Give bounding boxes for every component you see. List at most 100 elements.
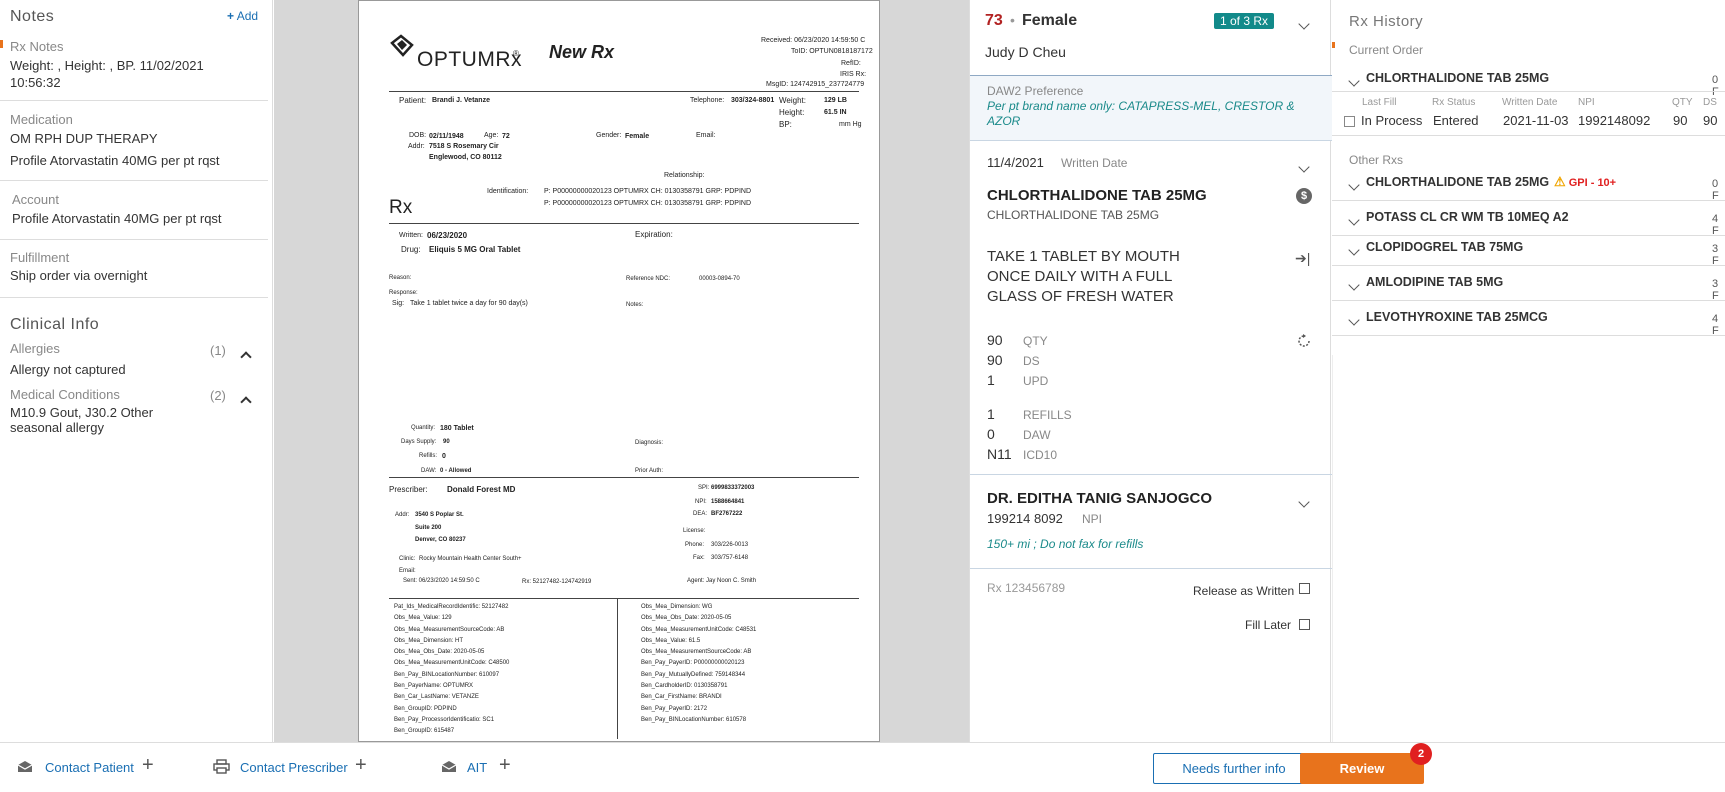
row-toggle[interactable] — [1348, 276, 1360, 294]
account-text: Profile Atorvastatin 40MG per pt rqst — [12, 211, 222, 226]
col-qty: QTY — [1672, 97, 1693, 108]
observation-line: Obs_Mea_Obs_Date: 2020-05-05 — [394, 649, 485, 656]
row-toggle[interactable] — [1348, 211, 1360, 229]
quantity-label: Quantity: — [411, 425, 436, 431]
cell-npi: 1992148092 — [1578, 113, 1651, 128]
contact-patient-link[interactable]: Contact Patient — [45, 760, 134, 775]
observation-line: Obs_Mea_MeasurementSourceCode: AB — [641, 649, 752, 656]
current-order-toggle[interactable] — [1348, 72, 1360, 90]
observation-line: Obs_Mea_Value: 61.5 — [641, 637, 701, 644]
rx-expand-button[interactable] — [1298, 158, 1310, 176]
phone-label: Phone: — [685, 542, 705, 548]
chevron-down-icon — [1298, 496, 1310, 508]
arrow-to-line-icon[interactable]: ➔| — [1295, 250, 1310, 267]
history-title: Rx History — [1349, 13, 1424, 30]
observation-line: Ben_PayerName: OPTUMRX — [394, 683, 474, 690]
daw-label: DAW — [1023, 428, 1051, 442]
prescriber-expand-button[interactable] — [1298, 493, 1310, 511]
rx-id: Rx: 52127482-124742919 — [522, 579, 592, 585]
fill-later-label: Fill Later — [1245, 618, 1292, 632]
needs-further-info-button[interactable]: Needs further info — [1153, 753, 1315, 784]
upd-value: 1 — [987, 372, 995, 388]
refresh-icon[interactable] — [1296, 333, 1312, 354]
daw2-text: Per pt brand name only: CATAPRESS-MEL, C… — [987, 99, 1295, 128]
review-button[interactable]: Review — [1300, 753, 1424, 784]
observation-line: Obs_Mea_Obs_Date: 2020-05-05 — [641, 615, 732, 622]
other-rx-row[interactable]: CLOPIDOGREL TAB 75MG 3 F — [1332, 232, 1725, 267]
conditions-collapse-button[interactable] — [240, 393, 252, 411]
cell-rx-status: Entered — [1433, 113, 1479, 128]
observation-line: Ben_Pay_BINLocationNumber: 610578 — [641, 716, 747, 723]
fulfillment-label: Fulfillment — [10, 250, 70, 265]
current-fills: 0 F — [1712, 74, 1719, 98]
other-rx-fills: 4 F — [1712, 313, 1719, 337]
release-as-written-label: Release as Written — [1193, 584, 1295, 598]
upd-label: UPD — [1023, 374, 1049, 388]
other-rx-row[interactable]: POTASS CL CR WM TB 10MEQ A2 4 F — [1332, 202, 1725, 237]
refills-label: Refills: — [419, 453, 438, 459]
addr-label: Addr: — [408, 143, 425, 150]
ident2: P: P00000000020123 OPTUMRX CH: 013035879… — [544, 200, 752, 207]
icd-value: N11 — [987, 446, 1012, 462]
separator-dot: • — [1010, 12, 1015, 28]
irisrx: IRIS Rx: — [840, 71, 867, 78]
chevron-down-icon — [1348, 279, 1360, 291]
other-rx-row[interactable]: AMLODIPINE TAB 5MG 3 F — [1332, 267, 1725, 302]
col-last-fill: Last Fill — [1362, 97, 1397, 108]
sig: Take 1 tablet twice a day for 90 day(s) — [410, 300, 528, 307]
allergies-collapse-button[interactable] — [240, 348, 252, 366]
add-ait-button[interactable]: + — [499, 754, 511, 777]
written-date-label: Written Date — [1061, 156, 1128, 170]
qty-label: QTY — [1023, 334, 1048, 348]
other-rx-fills: 0 F — [1712, 178, 1719, 202]
refills-label: REFILLS — [1023, 408, 1072, 422]
row-checkbox[interactable] — [1344, 116, 1355, 127]
prescriber-label: Prescriber: — [389, 485, 428, 494]
row-toggle[interactable] — [1348, 241, 1360, 259]
doc-title: New Rx — [549, 42, 615, 62]
other-rx-name: CHLORTHALIDONE TAB 25MG — [1366, 175, 1550, 189]
divider — [0, 297, 268, 298]
other-rx-row[interactable]: CHLORTHALIDONE TAB 25MG 0 F ⚠ GPI - 10+ — [1332, 167, 1725, 202]
other-rx-name: LEVOTHYROXINE TAB 25MCG — [1366, 310, 1548, 324]
observation-line: Ben_Pay_MutuallyDefined: 759148344 — [641, 671, 746, 678]
refndc: 00003-0894-70 — [699, 276, 740, 282]
envelope-icon — [17, 760, 33, 778]
plus-icon: + — [227, 9, 235, 23]
expiration-label: Expiration: — [635, 230, 673, 239]
fill-later-checkbox[interactable] — [1299, 619, 1310, 630]
release-as-written-checkbox[interactable] — [1299, 583, 1310, 594]
contact-prescriber-link[interactable]: Contact Prescriber — [240, 760, 348, 775]
review-badge: 2 — [1410, 743, 1432, 765]
add-contact-patient-button[interactable]: + — [142, 754, 154, 777]
row-toggle[interactable] — [1348, 311, 1360, 329]
observation-line: Obs_Mea_Value: 129 — [394, 615, 452, 622]
other-rx-fills: 3 F — [1712, 243, 1719, 267]
reason-label: Reason: — [389, 275, 412, 281]
bottom-action-bar: Contact Patient + Contact Prescriber + A… — [0, 742, 1725, 792]
daw-label: DAW: — [421, 468, 437, 474]
telephone-label: Telephone: — [690, 97, 725, 104]
row-toggle[interactable] — [1348, 176, 1360, 194]
diagnosis-label: Diagnosis: — [635, 440, 664, 446]
sig-label: Sig: — [392, 300, 405, 307]
dollar-icon[interactable]: $ — [1296, 188, 1312, 204]
rx-count-badge: 1 of 3 Rx — [1214, 13, 1275, 29]
chevron-down-icon — [1298, 18, 1310, 30]
chevron-down-icon — [1348, 244, 1360, 256]
rx-history-panel: Rx History Current Order CHLORTHALIDONE … — [1332, 0, 1725, 742]
envelope-icon — [441, 760, 457, 778]
active-indicator — [0, 40, 3, 48]
patient-expand-button[interactable] — [1298, 15, 1310, 33]
observation-line: Obs_Mea_Dimension: WG — [641, 604, 713, 610]
col-written-date: Written Date — [1502, 97, 1558, 108]
add-contact-prescriber-button[interactable]: + — [355, 754, 367, 777]
other-rx-row[interactable]: LEVOTHYROXINE TAB 25MCG 4 F — [1332, 302, 1725, 337]
age-label: Age: — [484, 132, 499, 139]
add-note-button[interactable]: + Add — [227, 9, 258, 23]
email2-label: Email: — [399, 568, 416, 574]
daw: 0 - Allowed — [440, 468, 472, 474]
license-label: License: — [683, 528, 706, 534]
observation-line: Ben_GroupID: 615487 — [394, 728, 455, 735]
ait-link[interactable]: AIT — [467, 760, 487, 775]
